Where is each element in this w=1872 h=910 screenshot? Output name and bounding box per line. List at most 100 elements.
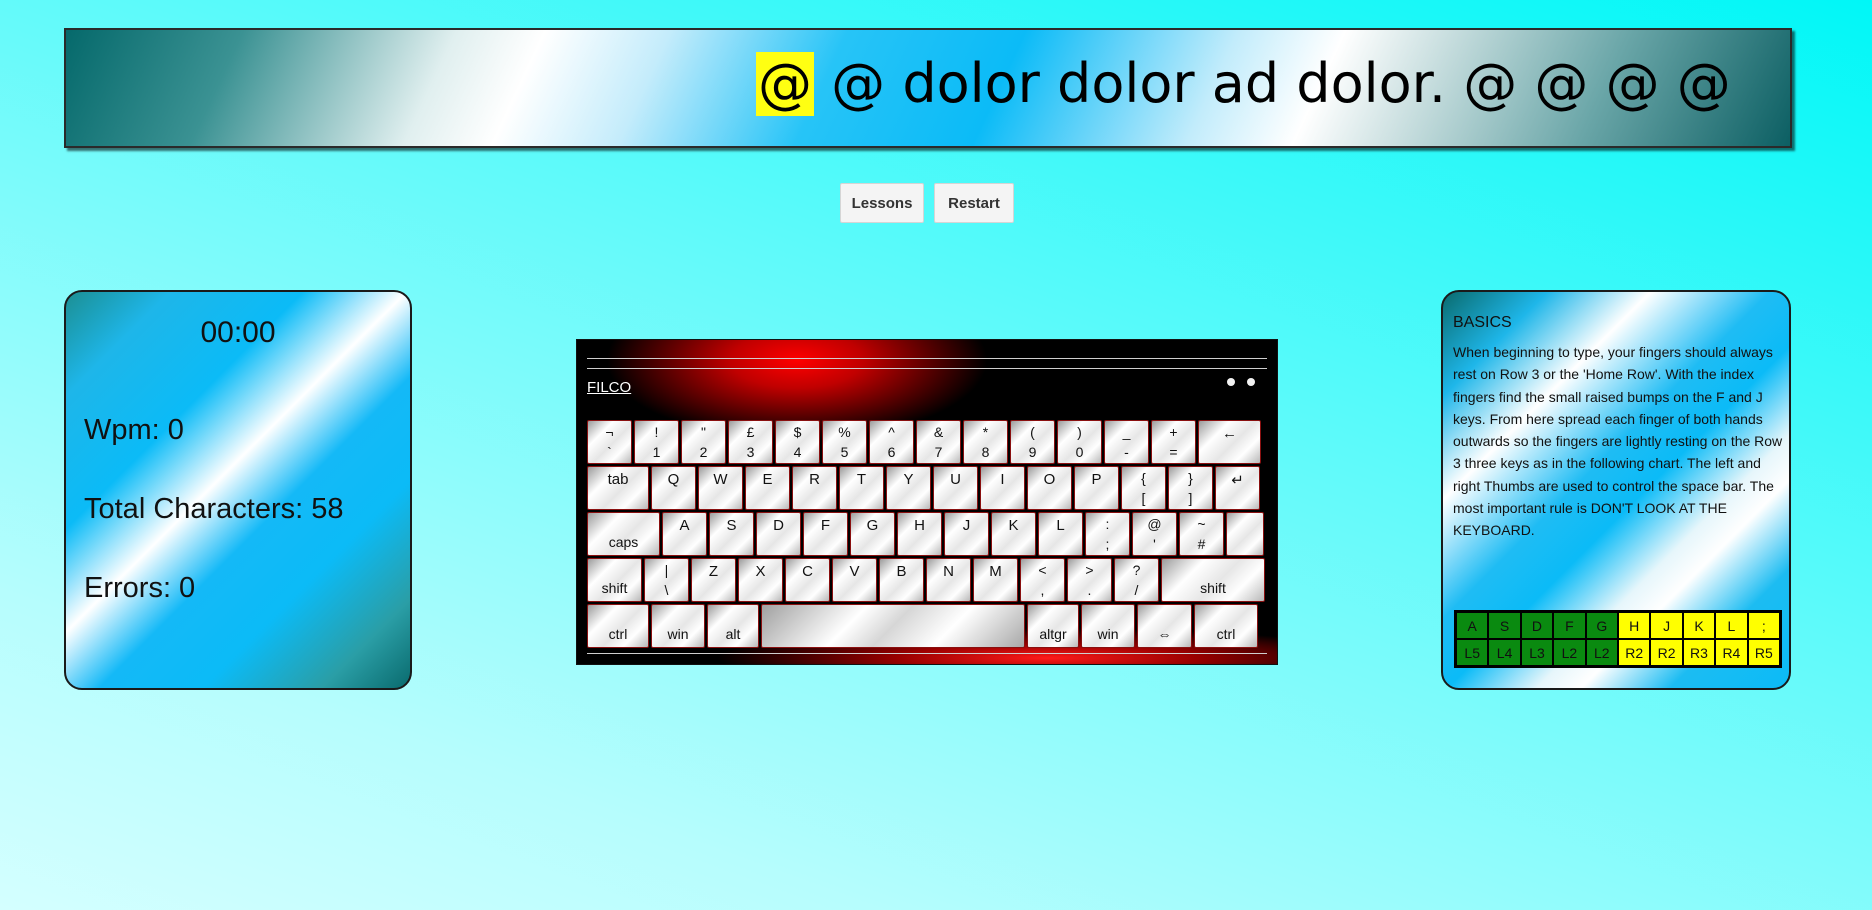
key[interactable]: K: [991, 512, 1036, 556]
key[interactable]: altgr: [1027, 604, 1079, 648]
key[interactable]: ^ 6: [869, 420, 914, 464]
key-legend: T: [856, 471, 867, 488]
key[interactable]: Q: [651, 466, 696, 510]
key-legend: O: [1043, 471, 1056, 488]
key[interactable]: X: [738, 558, 783, 602]
key[interactable]: R: [792, 466, 837, 510]
key[interactable]: V: [832, 558, 877, 602]
key[interactable]: _ -: [1104, 420, 1149, 464]
key[interactable]: ) 0: [1057, 420, 1102, 464]
key-legend: ctrl: [608, 626, 628, 642]
key[interactable]: win: [651, 604, 705, 648]
key[interactable]: T: [839, 466, 884, 510]
key[interactable]: shift: [1161, 558, 1265, 602]
key-legend: Q: [667, 471, 680, 488]
key[interactable]: U: [933, 466, 978, 510]
key[interactable]: [1226, 512, 1264, 556]
key[interactable]: A: [662, 512, 707, 556]
key[interactable]: ¬ `: [587, 420, 632, 464]
chart-finger-cell: L2: [1554, 640, 1585, 665]
key[interactable]: tab: [587, 466, 649, 510]
key[interactable]: @ ': [1132, 512, 1177, 556]
key-legend: #: [1197, 536, 1206, 552]
space-bar[interactable]: [761, 604, 1025, 648]
key-legend: ,: [1040, 582, 1045, 598]
key[interactable]: " 2: [681, 420, 726, 464]
key[interactable]: alt: [707, 604, 759, 648]
key-legend: D: [773, 517, 784, 534]
key[interactable]: {[: [1121, 466, 1166, 510]
chart-key-cell: D: [1521, 613, 1553, 638]
key-legend: !: [654, 424, 659, 440]
key[interactable]: + =: [1151, 420, 1196, 464]
key[interactable]: N: [926, 558, 971, 602]
key[interactable]: shift: [587, 558, 642, 602]
key[interactable]: ? /: [1114, 558, 1159, 602]
key[interactable]: ctrl: [1194, 604, 1258, 648]
remaining-text: @ dolor dolor ad dolor. @ @ @ @: [814, 52, 1731, 115]
lesson-panel: BASICS When beginning to type, your fing…: [1441, 290, 1791, 690]
key[interactable]: B: [879, 558, 924, 602]
timer: 00:00: [200, 316, 276, 349]
key[interactable]: (9: [1010, 420, 1055, 464]
keyboard-row: tab Q W E R T Y U I O P{[}] ↵: [587, 466, 1267, 512]
key[interactable]: ↵: [1215, 466, 1260, 510]
key[interactable]: I: [980, 466, 1025, 510]
key[interactable]: S: [709, 512, 754, 556]
key-legend: ;: [1105, 536, 1110, 552]
key[interactable]: ! 1: [634, 420, 679, 464]
keyboard-row: shift | \ Z X C V B N M <, >.? / shift: [587, 558, 1267, 604]
key[interactable]: ⇔: [1137, 604, 1192, 648]
lesson-title: BASICS: [1453, 314, 1512, 331]
key-legend: ": [701, 424, 706, 440]
key[interactable]: J: [944, 512, 989, 556]
key[interactable]: caps: [587, 512, 660, 556]
typing-banner: @ @ dolor dolor ad dolor. @ @ @ @: [64, 28, 1792, 148]
wpm-stat: Wpm: 0: [84, 414, 184, 446]
key[interactable]: $4: [775, 420, 820, 464]
key[interactable]: E: [745, 466, 790, 510]
key[interactable]: M: [973, 558, 1018, 602]
errors-stat: Errors: 0: [84, 572, 196, 604]
key-legend: 8: [981, 444, 990, 460]
key[interactable]: F: [803, 512, 848, 556]
key-legend: |: [664, 562, 669, 578]
key[interactable]: C: [785, 558, 830, 602]
lessons-button[interactable]: Lessons: [840, 183, 924, 223]
key[interactable]: * 8: [963, 420, 1008, 464]
key[interactable]: }]: [1168, 466, 1213, 510]
chart-key-cell: H: [1618, 613, 1650, 638]
key[interactable]: | \: [644, 558, 689, 602]
key-legend: &: [933, 424, 944, 440]
key-legend: [: [1141, 490, 1146, 506]
key[interactable]: ←: [1198, 420, 1261, 464]
key[interactable]: & 7: [916, 420, 961, 464]
key[interactable]: L: [1038, 512, 1083, 556]
key[interactable]: win: [1081, 604, 1135, 648]
restart-button[interactable]: Restart: [934, 183, 1014, 223]
key[interactable]: ~ #: [1179, 512, 1224, 556]
key[interactable]: <,: [1020, 558, 1065, 602]
key[interactable]: ctrl: [587, 604, 649, 648]
key[interactable]: W: [698, 466, 743, 510]
key-legend: }: [1188, 470, 1193, 486]
key-legend: (: [1030, 424, 1035, 440]
key[interactable]: G: [850, 512, 895, 556]
keyboard-keys: ¬ `! 1 " 2 £3 $4% 5 ^ 6 & 7 * 8(9) 0 _ - + = ← tab Q W E R T Y U I O P…: [587, 420, 1267, 650]
key[interactable]: Z: [691, 558, 736, 602]
key[interactable]: H: [897, 512, 942, 556]
key[interactable]: O: [1027, 466, 1072, 510]
key[interactable]: >.: [1067, 558, 1112, 602]
keyboard-divider: [587, 653, 1267, 654]
chart-key-cell: G: [1586, 613, 1617, 638]
key[interactable]: D: [756, 512, 801, 556]
keyboard-row: ¬ `! 1 " 2 £3 $4% 5 ^ 6 & 7 * 8(9) 0 _ - + = ←: [587, 420, 1267, 466]
key[interactable]: % 5: [822, 420, 867, 464]
key-legend: shift: [601, 580, 628, 596]
chart-finger-cell: L2: [1586, 640, 1617, 665]
key[interactable]: Y: [886, 466, 931, 510]
key[interactable]: P: [1074, 466, 1119, 510]
keyboard-divider: [587, 368, 1267, 369]
key[interactable]: :;: [1085, 512, 1130, 556]
key[interactable]: £3: [728, 420, 773, 464]
